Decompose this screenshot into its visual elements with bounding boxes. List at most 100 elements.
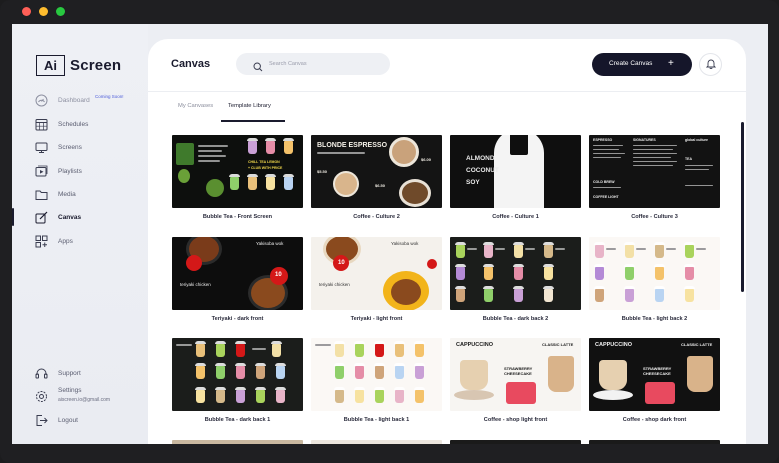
- thumbnail-text: COFFEE LIGHT: [593, 195, 619, 199]
- thumbnail-text: CLASSIC LATTE: [681, 342, 713, 347]
- page-title: Canvas: [171, 58, 211, 70]
- sidebar-item-canvas[interactable]: Canvas: [12, 207, 148, 227]
- template-caption: Coffee - Culture 3: [631, 214, 678, 220]
- template-card[interactable]: Bubble Tea - light back 1: [311, 338, 442, 423]
- create-canvas-button[interactable]: Create Canvas +: [592, 53, 692, 76]
- thumbnail-text: ESPRESSO: [593, 138, 613, 142]
- sidebar-item-screens[interactable]: Screens: [12, 137, 148, 157]
- thumbnail-text: COLD BREW: [593, 180, 615, 184]
- thumbnail-text: Yakisoba wok: [256, 241, 284, 246]
- close-window-dot[interactable]: [22, 7, 31, 16]
- template-caption: Coffee - Culture 1: [492, 214, 539, 220]
- template-caption: Bubble Tea - dark back 1: [204, 417, 271, 423]
- brand-name: Screen: [70, 57, 122, 74]
- template-card-partial[interactable]: [450, 440, 581, 444]
- sidebar-item-label: Dashboard: [58, 96, 90, 104]
- sidebar-item-label: Canvas: [58, 213, 82, 221]
- coming-soon-badge: Coming Soon!: [95, 94, 124, 99]
- notifications-button[interactable]: [699, 53, 722, 76]
- gear-icon: [34, 389, 48, 403]
- template-card[interactable]: Yakisoba wok teriyaki chicken 10 Teriyak…: [172, 237, 303, 322]
- playlist-icon: [34, 164, 48, 178]
- template-card-partial[interactable]: [589, 440, 720, 444]
- folder-icon: [34, 187, 48, 201]
- sidebar-item-label: Apps: [58, 237, 73, 245]
- thumbnail-text: COCONUT: [466, 167, 499, 174]
- app-shell: Ai Screen Dashboard Coming Soon! Schedul…: [12, 24, 768, 444]
- plus-icon: +: [668, 58, 674, 69]
- sidebar-item-label: Media: [58, 190, 76, 198]
- brand-logo[interactable]: Ai Screen: [36, 55, 121, 76]
- template-caption: Bubble Tea - light back 2: [621, 316, 688, 322]
- minimize-window-dot[interactable]: [39, 7, 48, 16]
- template-thumbnail: [311, 338, 442, 411]
- template-thumbnail: CAPPUCCINO STRAWBERRY CHEESECAKE CLASSIC…: [589, 338, 720, 411]
- thumbnail-text: $6.00: [421, 157, 432, 162]
- sidebar-item-label: Logout: [58, 416, 78, 424]
- template-card[interactable]: ALMOND COCONUT SOY Coffee - Culture 1: [450, 135, 581, 220]
- main-panel: Canvas Create Canvas + My Canvases Templ: [148, 39, 746, 444]
- sidebar-item-playlists[interactable]: Playlists: [12, 161, 148, 181]
- sidebar-item-label: Support: [58, 369, 81, 377]
- template-thumbnail: Yakisoba wok teriyaki chicken 10: [172, 237, 303, 310]
- search-input[interactable]: [269, 58, 379, 70]
- template-card[interactable]: ESPRESSO SIGNATURES COLD BREW COFFEE LIG…: [589, 135, 720, 220]
- thumbnail-text: 10: [338, 260, 345, 266]
- template-card[interactable]: BLONDE ESPRESSO $6.00 $5.50 $6.50 Coffee…: [311, 135, 442, 220]
- thumbnail-text: Yakisoba wok: [391, 241, 419, 246]
- maximize-window-dot[interactable]: [56, 7, 65, 16]
- apps-grid-icon: [34, 234, 48, 248]
- template-card[interactable]: CAPPUCCINO STRAWBERRY CHEESECAKE CLASSIC…: [589, 338, 720, 423]
- thumbnail-text: teriyaki chicken: [319, 282, 350, 287]
- thumbnail-text: CLASSIC LATTE: [542, 342, 574, 347]
- template-caption: Coffee - shop dark front: [622, 417, 687, 423]
- template-card[interactable]: Bubble Tea - dark back 2: [450, 237, 581, 322]
- template-card[interactable]: Bubble Tea - dark back 1: [172, 338, 303, 423]
- canvas-tabs: My Canvases Template Library: [148, 91, 746, 123]
- sidebar-item-label: Settings: [58, 387, 82, 394]
- tab-my-canvases[interactable]: My Canvases: [178, 103, 213, 109]
- thumbnail-text: CHILL TEA LEMON: [248, 160, 280, 164]
- scrollbar-thumb[interactable]: [741, 122, 744, 292]
- template-caption: Coffee - Culture 2: [353, 214, 400, 220]
- template-thumbnail: ESPRESSO SIGNATURES COLD BREW COFFEE LIG…: [589, 135, 720, 208]
- canvas-icon: [34, 210, 48, 224]
- logout-icon: [34, 413, 48, 427]
- brand-logo-box: Ai: [36, 55, 65, 76]
- settings-email: aiscreen.io@gmail.com: [58, 397, 111, 403]
- template-caption: Bubble Tea - Front Screen: [202, 214, 273, 220]
- template-thumbnail: [450, 440, 581, 444]
- template-card-partial[interactable]: [311, 440, 442, 444]
- template-thumbnail: CHILL TEA LEMON + CLUB WITH PRICE: [172, 135, 303, 208]
- thumbnail-text: SOY: [466, 179, 480, 186]
- template-card[interactable]: Yakisoba wok 10 teriyaki chicken Teriyak…: [311, 237, 442, 322]
- search-bar[interactable]: [236, 53, 390, 75]
- sidebar: Ai Screen Dashboard Coming Soon! Schedul…: [12, 24, 148, 444]
- template-caption: Coffee - shop light front: [483, 417, 548, 423]
- thumbnail-text: teriyaki chicken: [180, 282, 211, 287]
- tab-template-library[interactable]: Template Library: [228, 103, 271, 109]
- template-thumbnail: [589, 440, 720, 444]
- sidebar-item-schedules[interactable]: Schedules: [12, 114, 148, 134]
- template-thumbnail: Yakisoba wok 10 teriyaki chicken: [311, 237, 442, 310]
- template-card[interactable]: CHILL TEA LEMON + CLUB WITH PRICE Bubble…: [172, 135, 303, 220]
- sidebar-item-logout[interactable]: Logout: [12, 410, 148, 430]
- sidebar-item-label: Playlists: [58, 167, 82, 175]
- sidebar-item-apps[interactable]: Apps: [12, 231, 148, 251]
- thumbnail-text: + CLUB WITH PRICE: [248, 166, 283, 170]
- sidebar-item-media[interactable]: Media: [12, 184, 148, 204]
- sidebar-item-support[interactable]: Support: [12, 363, 148, 383]
- template-card[interactable]: CAPPUCCINO STRAWBERRY CHEESECAKE CLASSIC…: [450, 338, 581, 423]
- sidebar-item-settings[interactable]: Settings aiscreen.io@gmail.com: [12, 383, 148, 409]
- sidebar-item-dashboard[interactable]: Dashboard Coming Soon!: [12, 90, 148, 110]
- thumbnail-text: SIGNATURES: [633, 138, 656, 142]
- calendar-icon: [34, 117, 48, 131]
- monitor-icon: [34, 140, 48, 154]
- template-card-partial[interactable]: [172, 440, 303, 444]
- template-caption: Teriyaki - light front: [350, 316, 403, 322]
- template-thumbnail: BLONDE ESPRESSO $6.00 $5.50 $6.50: [311, 135, 442, 208]
- active-tab-underline: [221, 120, 285, 122]
- template-card[interactable]: Bubble Tea - light back 2: [589, 237, 720, 322]
- template-caption: Bubble Tea - light back 1: [343, 417, 410, 423]
- template-caption: Teriyaki - dark front: [211, 316, 264, 322]
